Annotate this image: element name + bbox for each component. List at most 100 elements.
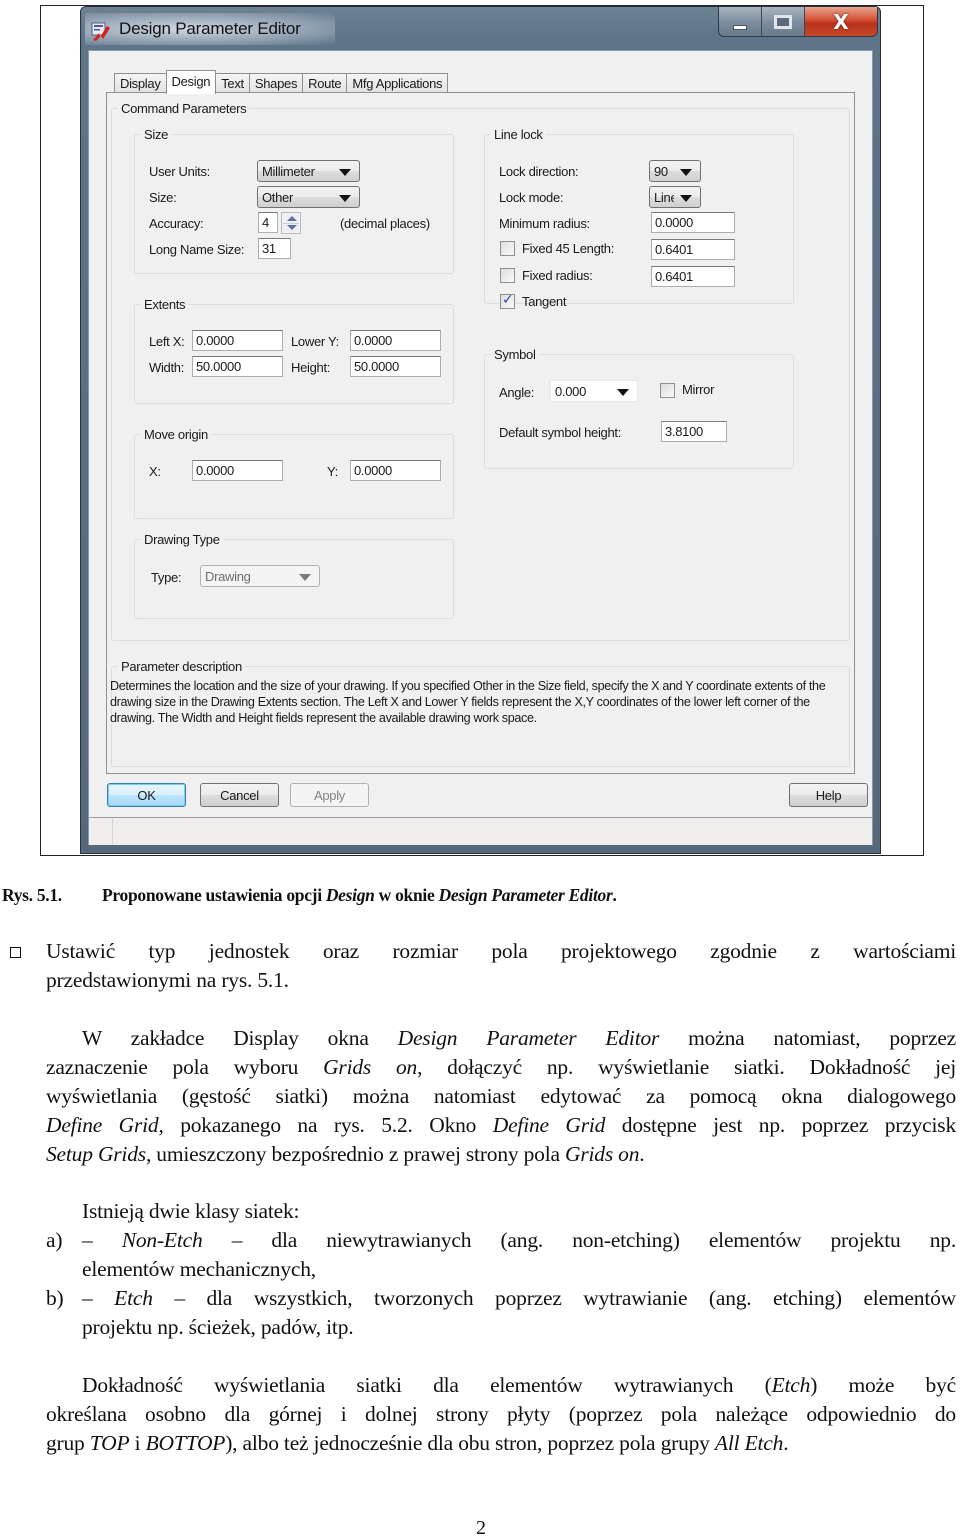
caption-number: Rys. 5.1. <box>2 885 62 905</box>
origin-y-input[interactable]: 0.0000 <box>350 460 441 481</box>
accuracy-input[interactable]: 4 <box>258 212 278 233</box>
tab-text[interactable]: Text <box>215 73 250 93</box>
height-label: Height: <box>291 360 331 375</box>
default-symbol-height-label: Default symbol height: <box>499 425 622 440</box>
size-group: Size User Units: Millimeter Size: Other … <box>134 127 454 274</box>
list-item-non-etch: – Non-Etch – dla niewytrawianych (ang. n… <box>82 1226 956 1284</box>
fixed-radius-input[interactable]: 0.6401 <box>651 266 735 287</box>
bullet-paragraph: Ustawić typ jednostek oraz rozmiar pola … <box>46 937 956 995</box>
close-button[interactable]: X <box>805 7 877 36</box>
tab-mfg-applications[interactable]: Mfg Applications <box>346 73 449 93</box>
accuracy-spinner[interactable] <box>281 212 301 234</box>
origin-x-label: X: <box>149 464 161 479</box>
text-span: grup <box>46 1431 90 1455</box>
angle-label: Angle: <box>499 385 535 400</box>
app-icon <box>91 22 110 41</box>
text-span: Etch <box>114 1286 153 1310</box>
text-span: All Etch <box>714 1431 784 1455</box>
list-item-etch: – Etch – dla wszystkich, tworzonych popr… <box>82 1284 956 1342</box>
drawing-type-group: Drawing Type Type: Drawing <box>134 532 454 619</box>
origin-x-input[interactable]: 0.0000 <box>192 460 283 481</box>
move-origin-title: Move origin <box>141 427 211 442</box>
design-tab-panel: Command Parameters Size User Units: Mill… <box>106 92 855 774</box>
text-span: można natomiast, poprzez <box>659 1026 957 1050</box>
size-title: Size <box>141 127 172 142</box>
tab-route[interactable]: Route <box>302 73 348 93</box>
command-parameters-group: Command Parameters Size User Units: Mill… <box>111 101 850 641</box>
chevron-down-icon <box>339 169 351 176</box>
text-span: dostępne jest np. poprzez przycisk <box>605 1113 957 1137</box>
parameter-description-text: Determines the location and the size of … <box>110 679 826 725</box>
chevron-down-icon <box>299 574 311 581</box>
line-lock-group: Line lock Lock direction: 90 Lock mode: … <box>484 127 794 309</box>
figure-caption: Rys. 5.1. Proponowane ustawienia opcji De… <box>2 885 617 906</box>
width-label: Width: <box>149 360 185 375</box>
title-bar[interactable]: Design Parameter Editor X <box>81 7 880 49</box>
command-parameters-title: Command Parameters <box>118 101 250 116</box>
left-x-label: Left X: <box>149 334 185 349</box>
left-x-input[interactable]: 0.0000 <box>192 330 283 351</box>
minimum-radius-label: Minimum radius: <box>499 216 590 231</box>
caption-text: w oknie <box>374 885 439 905</box>
lower-y-input[interactable]: 0.0000 <box>350 330 441 351</box>
text-span: i <box>129 1431 146 1455</box>
text-span: – <box>82 1228 93 1252</box>
long-name-size-input[interactable]: 31 <box>258 238 291 259</box>
arrow-up-icon[interactable] <box>287 216 297 221</box>
caption-text: . <box>612 885 617 905</box>
tangent-checkbox[interactable]: ✓ <box>500 292 515 309</box>
tab-display[interactable]: Display <box>114 73 167 93</box>
text-span: Etch <box>771 1373 811 1397</box>
status-bar <box>89 817 872 845</box>
tab-design[interactable]: Design <box>165 70 217 94</box>
window-controls: X <box>718 7 878 37</box>
minimize-button[interactable] <box>719 7 762 36</box>
text-line: określana osobno dla górnej i dolnej str… <box>46 1402 956 1426</box>
text-span: zaznaczenie pola wyboru <box>46 1055 324 1079</box>
tab-strip: Display Design Text Shapes Route Mfg App… <box>114 70 449 94</box>
lock-direction-select[interactable]: 90 <box>649 160 701 182</box>
chevron-down-icon <box>680 195 692 202</box>
extents-title: Extents <box>141 297 189 312</box>
text-span: TOP <box>89 1431 130 1455</box>
minimum-radius-input[interactable]: 0.0000 <box>651 212 735 233</box>
apply-button[interactable]: Apply <box>290 783 369 807</box>
text-line: W zakładce Display okna Design Parameter… <box>46 1024 956 1053</box>
mirror-checkbox[interactable] <box>660 383 675 398</box>
fixed-radius-checkbox[interactable] <box>500 268 515 283</box>
text-span: Design Parameter Editor <box>397 1026 660 1050</box>
chevron-down-icon <box>617 389 629 396</box>
width-input[interactable]: 50.0000 <box>192 356 283 377</box>
checkmark-icon: ✓ <box>502 292 514 308</box>
angle-combo[interactable]: 0.000 <box>550 380 638 402</box>
lower-y-label: Lower Y: <box>291 334 339 349</box>
user-units-select[interactable]: Millimeter <box>257 160 360 182</box>
fixed-radius-label: Fixed radius: <box>522 268 593 283</box>
design-parameter-editor-window: Design Parameter Editor X Display Design… <box>80 6 881 854</box>
text-span: Define Grid <box>492 1113 606 1137</box>
size-select[interactable]: Other <box>257 186 360 208</box>
minimize-icon <box>733 24 747 30</box>
fixed-45-length-checkbox[interactable] <box>500 241 515 256</box>
fixed-45-length-input[interactable]: 0.6401 <box>651 239 735 260</box>
text-line: wyświetlania (gęstość siatki) można nato… <box>46 1084 956 1108</box>
text-span: ) może być <box>810 1373 957 1397</box>
text-span: W zakładce Display okna <box>82 1026 398 1050</box>
height-input[interactable]: 50.0000 <box>350 356 441 377</box>
angle-value: 0.000 <box>555 384 587 399</box>
caption-emphasis: Design Parameter Editor <box>438 885 613 905</box>
text-span: . <box>639 1142 645 1166</box>
fixed-45-length-label: Fixed 45 Length: <box>522 241 615 256</box>
text-line: zaznaczenie pola wyboru Grids on, dołącz… <box>46 1053 956 1082</box>
cancel-button[interactable]: Cancel <box>200 783 279 807</box>
default-symbol-height-input[interactable]: 3.8100 <box>661 421 727 442</box>
decimal-places-label: (decimal places) <box>340 216 430 231</box>
tab-shapes[interactable]: Shapes <box>248 73 304 93</box>
maximize-button[interactable] <box>762 7 805 36</box>
arrow-down-icon[interactable] <box>287 225 297 230</box>
long-name-size-label: Long Name Size: <box>149 242 245 257</box>
ok-button[interactable]: OK <box>107 783 186 807</box>
drawing-type-select[interactable]: Drawing <box>200 565 320 587</box>
lock-mode-select[interactable]: Line <box>649 186 701 208</box>
help-button[interactable]: Help <box>789 783 868 807</box>
